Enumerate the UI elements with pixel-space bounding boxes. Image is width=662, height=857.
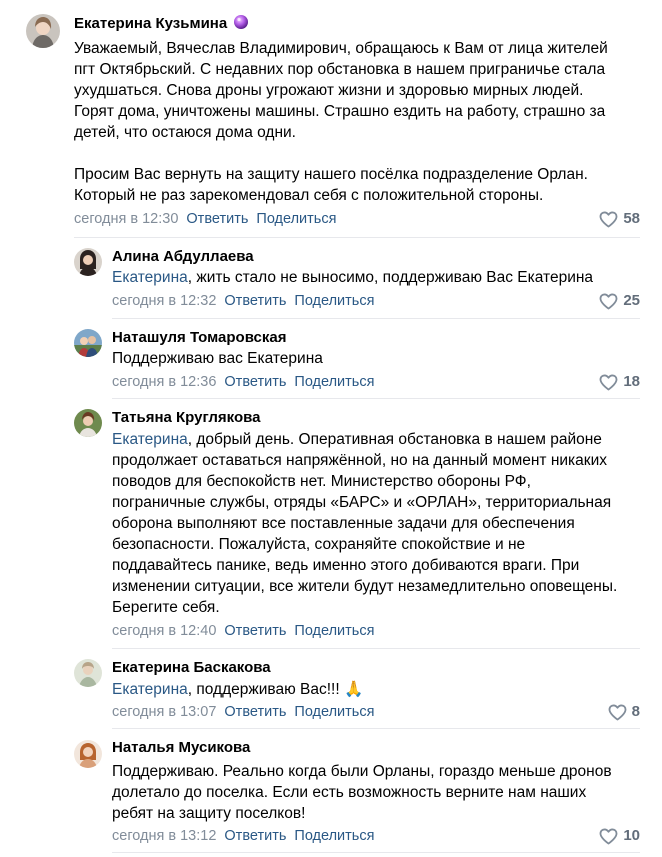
comment-text-line: детей, что остаюся дома одни.	[74, 124, 296, 141]
like-count: 58	[623, 210, 640, 227]
comment-text-segment: , добрый день. Оперативная обстановка в …	[187, 431, 602, 448]
reply-button[interactable]: Ответить	[224, 828, 286, 844]
comment-text: Уважаемый, Вячеслав Владимирович, обраща…	[74, 38, 608, 206]
comment-text: Екатерина, добрый день. Оперативная обст…	[112, 429, 617, 618]
comment-text-segment: , жить стало не выносимо, поддерживаю Ва…	[187, 269, 594, 286]
mention-link[interactable]: Екатерина	[112, 269, 188, 286]
comment-text-line: пгт Октябрьский. С недавних пор обстанов…	[74, 61, 606, 78]
timestamp[interactable]: сегодня в 13:12	[112, 828, 216, 844]
avatar[interactable]	[74, 409, 102, 437]
divider	[112, 648, 640, 649]
reply-button[interactable]: Ответить	[224, 704, 286, 720]
reply-button[interactable]: Ответить	[224, 293, 286, 309]
comment-meta: сегодня в 13:07 Ответить Поделиться	[112, 703, 374, 721]
timestamp[interactable]: сегодня в 12:30	[74, 211, 178, 227]
comment-text-line: ребят на защиту поселков!	[112, 805, 306, 822]
comment-text-line: ухудшаться. Снова дроны угрожают жизни и…	[74, 82, 584, 99]
author-name[interactable]: Татьяна Круглякова	[112, 408, 260, 428]
comment-text: Поддерживаю. Реально когда были Орланы, …	[112, 761, 612, 824]
like-button[interactable]: 18	[599, 372, 640, 392]
divider	[112, 318, 640, 319]
comment-text-line: долетало до поселка. Если есть возможнос…	[112, 784, 587, 801]
timestamp[interactable]: сегодня в 12:36	[112, 374, 216, 390]
like-button[interactable]: 58	[599, 209, 640, 229]
timestamp[interactable]: сегодня в 12:32	[112, 293, 216, 309]
comment-text-line: оборона выполняют все поставленные задач…	[112, 515, 575, 532]
comment-text-line: безопасности. Пожалуйста, сохраняйте спо…	[112, 536, 526, 553]
author-name[interactable]: Наташуля Томаровская	[112, 328, 287, 348]
purple-orb-icon	[233, 14, 249, 30]
comment-text: Поддерживаю вас Екатерина	[112, 348, 323, 369]
comment-text-line: пограничные службы, отряды «БАРС» и «ОРЛ…	[112, 494, 612, 511]
comment-text-line: Екатерина, поддерживаю Вас!!! 🙏	[112, 679, 363, 700]
share-button[interactable]: Поделиться	[256, 211, 336, 227]
timestamp[interactable]: сегодня в 12:40	[112, 623, 216, 639]
heart-icon	[599, 293, 618, 309]
like-count: 18	[623, 373, 640, 390]
comment-text-line: Поддерживаю. Реально когда были Орланы, …	[112, 763, 612, 780]
comment-text-line	[74, 143, 608, 164]
comment-meta: сегодня в 12:36 Ответить Поделиться	[112, 373, 374, 391]
comment-text-line: Берегите себя.	[112, 599, 220, 616]
comment-meta: сегодня в 12:40 Ответить Поделиться	[112, 622, 374, 640]
avatar[interactable]	[74, 248, 102, 276]
heart-icon	[599, 211, 618, 227]
like-button[interactable]: 10	[599, 826, 640, 846]
heart-icon	[599, 374, 618, 390]
like-button[interactable]: 25	[599, 291, 640, 311]
comment-text-line: Который не раз зарекомендовал себя с пол…	[74, 187, 544, 204]
timestamp[interactable]: сегодня в 13:07	[112, 704, 216, 720]
share-button[interactable]: Поделиться	[294, 828, 374, 844]
comment-text-line: Горят дома, уничтожены машины. Страшно е…	[74, 103, 606, 120]
comment-text-line: Просим Вас вернуть на защиту нашего посё…	[74, 166, 588, 183]
reply-button[interactable]: Ответить	[224, 623, 286, 639]
mention-link[interactable]: Екатерина	[112, 681, 188, 698]
reply-button[interactable]: Ответить	[224, 374, 286, 390]
comment-text-line: поддавайтесь панике, ведь именно этого д…	[112, 557, 580, 574]
comment-meta: сегодня в 12:32 Ответить Поделиться	[112, 292, 374, 310]
author-name[interactable]: Екатерина Кузьмина	[74, 14, 249, 34]
divider	[112, 852, 640, 853]
author-name-text[interactable]: Екатерина Кузьмина	[74, 15, 227, 32]
avatar[interactable]	[26, 14, 60, 48]
avatar[interactable]	[74, 329, 102, 357]
heart-icon	[608, 704, 627, 720]
comment-text-line: Екатерина, жить стало не выносимо, подде…	[112, 267, 593, 288]
reply-button[interactable]: Ответить	[186, 211, 248, 227]
like-count: 25	[623, 292, 640, 309]
share-button[interactable]: Поделиться	[294, 293, 374, 309]
mention-link[interactable]: Екатерина	[112, 431, 188, 448]
like-count: 10	[623, 827, 640, 844]
heart-icon	[599, 828, 618, 844]
share-button[interactable]: Поделиться	[294, 704, 374, 720]
comment-meta: сегодня в 12:30 Ответить Поделиться	[74, 210, 336, 228]
author-name[interactable]: Наталья Мусикова	[112, 738, 250, 758]
comment-text: Екатерина, жить стало не выносимо, подде…	[112, 267, 593, 288]
comment-text: Екатерина, поддерживаю Вас!!! 🙏	[112, 679, 363, 700]
divider	[112, 728, 640, 729]
comment-text-line: Екатерина, добрый день. Оперативная обст…	[112, 429, 617, 450]
divider	[112, 398, 640, 399]
author-name[interactable]: Алина Абдуллаева	[112, 247, 254, 267]
share-button[interactable]: Поделиться	[294, 374, 374, 390]
like-count: 8	[631, 703, 640, 720]
comment-text-line: изменении ситуации, все жители будут нез…	[112, 578, 618, 595]
comment-text-line: Уважаемый, Вячеслав Владимирович, обраща…	[74, 40, 608, 57]
comment-meta: сегодня в 13:12 Ответить Поделиться	[112, 827, 374, 845]
like-button[interactable]: 8	[608, 702, 640, 722]
avatar[interactable]	[74, 659, 102, 687]
divider	[74, 237, 640, 238]
comment-text-segment: , поддерживаю Вас!!! 🙏	[187, 681, 364, 698]
comment-text-line: Поддерживаю вас Екатерина	[112, 350, 323, 367]
share-button[interactable]: Поделиться	[294, 623, 374, 639]
avatar[interactable]	[74, 740, 102, 768]
author-name[interactable]: Екатерина Баскакова	[112, 658, 271, 678]
comment-text-line: поводов для беспокойств нет. Министерств…	[112, 473, 531, 490]
comment-text-line: продолжает оставаться напряжённой, но на…	[112, 452, 607, 469]
